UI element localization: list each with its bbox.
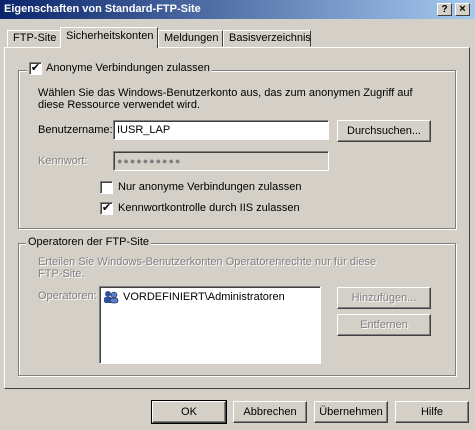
only-anonymous-label[interactable]: Nur anonyme Verbindungen zulassen — [118, 181, 301, 194]
tab-meldungen[interactable]: Meldungen — [158, 30, 223, 47]
help-button[interactable]: Hilfe — [395, 401, 469, 423]
window-title: Eigenschaften von Standard-FTP-Site — [4, 3, 201, 15]
tab-ftp-site[interactable]: FTP-Site — [7, 30, 61, 47]
password-input[interactable]: ●●●●●●●●●● — [113, 151, 329, 171]
anonymous-checkbox-label[interactable]: Anonyme Verbindungen zulassen — [46, 62, 210, 75]
title-bar[interactable]: Eigenschaften von Standard-FTP-Site ? × — [0, 0, 475, 19]
operators-description-line2: FTP-Site. — [38, 268, 85, 280]
operators-description-line1: Erteilen Sie Windows-Benutzerkonten Oper… — [38, 256, 377, 268]
operators-listbox[interactable]: VORDEFINIERT\Administratoren — [99, 286, 321, 364]
username-input[interactable]: IUSR_LAP — [113, 120, 329, 140]
remove-operator-button[interactable]: Entfernen — [337, 314, 431, 336]
add-operator-button[interactable]: Hinzufügen... — [337, 287, 431, 309]
anonymous-checkbox[interactable]: ✔ — [29, 62, 42, 75]
tab-sicherheitskonten[interactable]: Sicherheitskonten — [60, 27, 158, 48]
operators-group-legend: Operatoren der FTP-Site — [26, 236, 152, 248]
close-icon[interactable]: × — [455, 3, 470, 16]
help-icon[interactable]: ? — [437, 3, 452, 16]
anonymous-description-line2: diese Ressource verwendet wird. — [38, 99, 201, 111]
list-item[interactable]: VORDEFINIERT\Administratoren — [103, 290, 285, 304]
anonymous-group-legend: ✔ Anonyme Verbindungen zulassen — [27, 62, 212, 75]
iis-password-checkbox[interactable]: ✔ — [100, 202, 113, 215]
operators-label: Operatoren: — [38, 290, 97, 302]
ok-button[interactable]: OK — [151, 400, 227, 424]
password-label: Kennwort: — [38, 155, 88, 167]
tab-basisverzeichnis[interactable]: Basisverzeichnis — [223, 30, 311, 47]
apply-button[interactable]: Übernehmen — [314, 401, 388, 423]
iis-password-label[interactable]: Kennwortkontrolle durch IIS zulassen — [118, 202, 300, 215]
user-group-icon — [104, 291, 119, 304]
cancel-button[interactable]: Abbrechen — [233, 401, 307, 423]
browse-button[interactable]: Durchsuchen... — [337, 120, 431, 142]
only-anonymous-checkbox[interactable] — [100, 181, 113, 194]
username-label: Benutzername: — [38, 124, 113, 136]
operator-entry: VORDEFINIERT\Administratoren — [123, 290, 285, 303]
